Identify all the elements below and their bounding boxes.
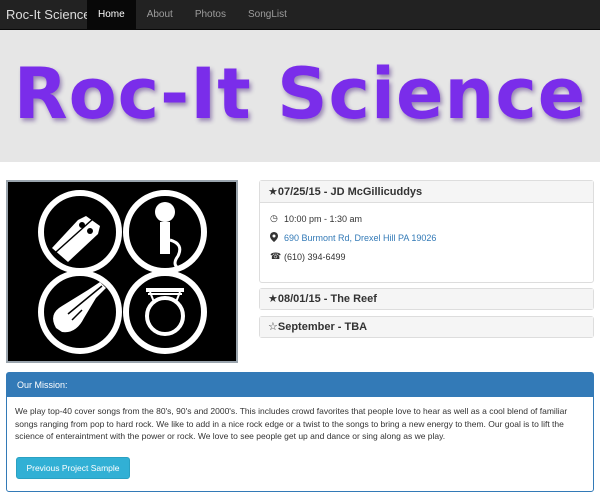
top-navbar: Roc-It Science Home About Photos SongLis…: [0, 0, 600, 30]
event-panel-1: ★07/25/15 - JD McGillicuddys ◷ 10:00 pm …: [259, 180, 594, 283]
microphone-icon: [123, 190, 207, 274]
mission-panel: Our Mission: We play top-40 cover songs …: [6, 372, 594, 492]
star-outline-icon: ☆: [268, 321, 278, 333]
nav-item-home[interactable]: Home: [87, 0, 136, 30]
star-icon: ★: [268, 186, 278, 198]
previous-project-sample-button[interactable]: Previous Project Sample: [16, 457, 130, 479]
event-panel-2: ★08/01/15 - The Reef: [259, 288, 594, 310]
instrument-icons-logo: [38, 190, 207, 354]
event-heading-1[interactable]: ★07/25/15 - JD McGillicuddys: [260, 181, 593, 203]
nav-item-about[interactable]: About: [136, 0, 184, 30]
map-marker-icon: [270, 231, 284, 244]
event-time-row: ◷ 10:00 pm - 1:30 am: [270, 209, 583, 228]
event-heading-3[interactable]: ☆September - TBA: [260, 317, 593, 337]
nav-item-photos[interactable]: Photos: [184, 0, 237, 30]
event-title-2: 08/01/15 - The Reef: [277, 293, 377, 305]
hero-banner: Roc-It Science: [0, 30, 600, 162]
event-phone: (610) 394-6499: [284, 251, 346, 262]
nav-item-songlist[interactable]: SongList: [237, 0, 298, 30]
event-address-link[interactable]: 690 Burmont Rd, Drexel Hill PA 19026: [284, 233, 436, 243]
event-title-3: September - TBA: [277, 321, 368, 333]
band-logo: [6, 180, 238, 363]
event-details-1: ◷ 10:00 pm - 1:30 am 690 Burmont Rd, Dre…: [260, 203, 593, 272]
event-title-1: 07/25/15 - JD McGillicuddys: [277, 186, 423, 198]
mission-title: Our Mission:: [7, 373, 593, 397]
drum-kit-icon: [123, 270, 207, 354]
hero-title: Roc-It Science: [13, 53, 587, 135]
navbar-brand[interactable]: Roc-It Science: [6, 0, 91, 30]
guitar-headstock-icon: [38, 190, 122, 274]
event-heading-2[interactable]: ★08/01/15 - The Reef: [260, 289, 593, 309]
event-panel-3: ☆September - TBA: [259, 316, 594, 338]
guitar-body-icon: [38, 270, 122, 354]
phone-icon: ☎: [270, 251, 282, 261]
event-address-row: 690 Burmont Rd, Drexel Hill PA 19026: [270, 228, 583, 247]
nav-menu: Home About Photos SongList: [87, 0, 298, 30]
clock-icon: ◷: [270, 213, 278, 223]
event-phone-row: ☎ (610) 394-6499: [270, 247, 583, 266]
event-time: 10:00 pm - 1:30 am: [284, 213, 363, 224]
mission-text: We play top-40 cover songs from the 80's…: [15, 406, 568, 441]
star-icon: ★: [268, 293, 278, 305]
